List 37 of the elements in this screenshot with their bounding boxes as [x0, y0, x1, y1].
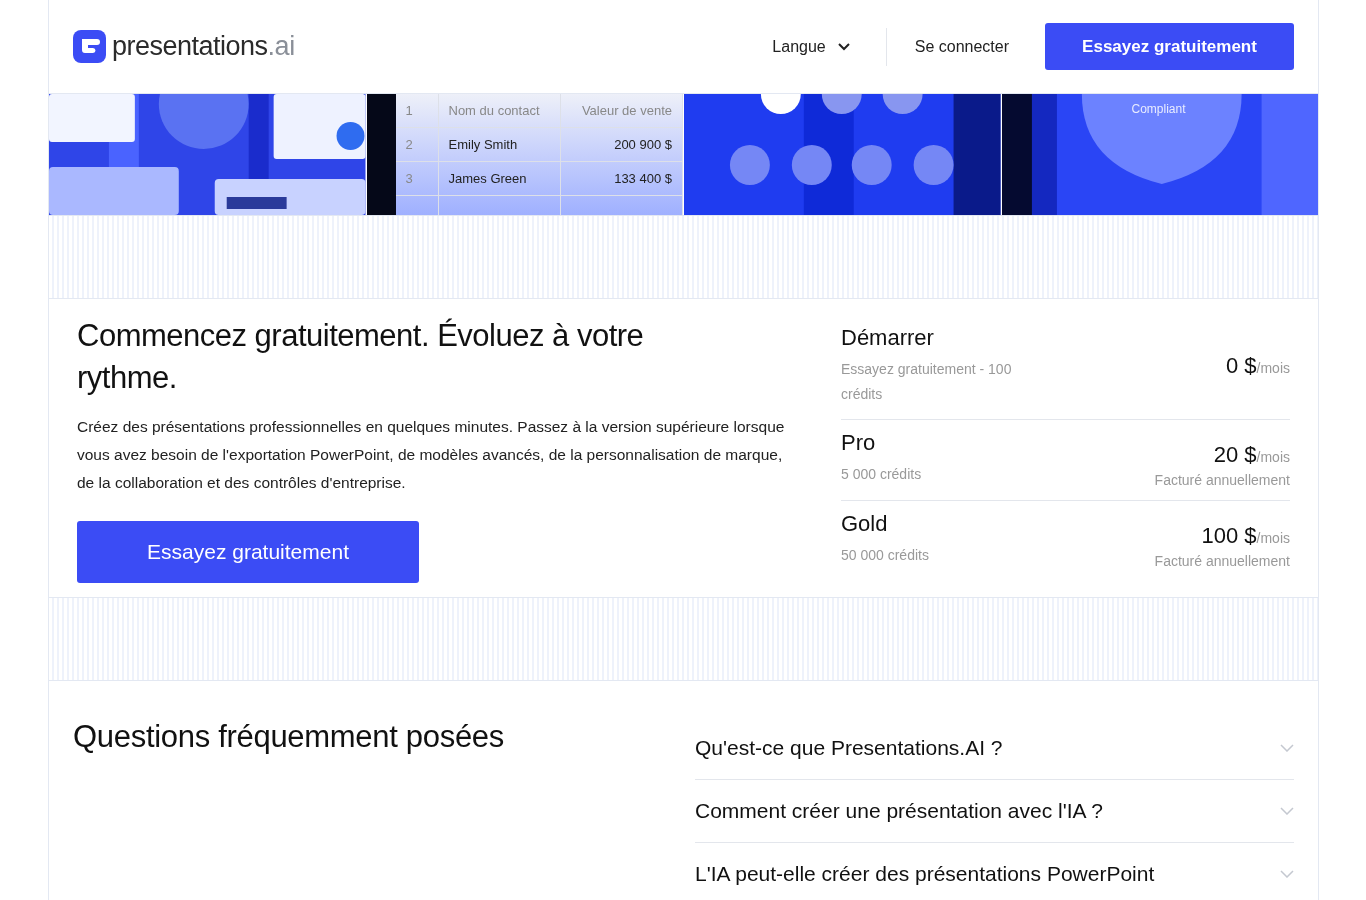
faq-item[interactable]: Comment créer une présentation avec l'IA ?	[695, 780, 1294, 843]
plan-name: Gold	[841, 511, 889, 537]
logo-wordmark[interactable]: presentations.ai	[112, 31, 295, 62]
plan-price: 20 $/mois	[1213, 442, 1290, 468]
chevron-down-icon	[837, 42, 850, 51]
try-free-button[interactable]: Essayez gratuitement	[1045, 23, 1294, 70]
plan-credits: 5 000 crédits	[841, 465, 923, 484]
section-description: Créez des présentations professionnelles en quelques minutes. Passez à la version supérieure lorsque vous avez besoin de l'exportation PowerPoint, de modèles avancés, de la personnalisation de marque, de la collaboration et des contrôles d'entreprise.	[77, 417, 786, 493]
language-dropdown[interactable]: Langue	[764, 33, 858, 60]
section-heading: Questions fréquemment posées	[73, 718, 505, 756]
try-free-button[interactable]: Essayez gratuitement	[77, 521, 419, 583]
faq-item[interactable]: Qu'est-ce que Presentations.AI ?	[695, 717, 1294, 780]
chevron-down-icon	[1280, 807, 1294, 815]
login-link[interactable]: Se connecter	[914, 37, 1009, 56]
logo-icon	[73, 30, 106, 63]
table-cell: Emily Smith	[438, 128, 561, 161]
table-header: 1	[395, 94, 439, 127]
table-cell: 2	[395, 128, 439, 161]
table-cell: 133 400 $	[560, 162, 683, 195]
plan-name: Démarrer	[841, 325, 935, 351]
plan-credits: 50 000 crédits	[841, 546, 930, 565]
chevron-down-icon	[1280, 870, 1294, 878]
plan-credits: Essayez gratuitement - 100 crédits	[841, 360, 1013, 404]
billing-note: Facturé annuellement	[1154, 553, 1290, 569]
plan-name: Pro	[841, 430, 877, 456]
billing-note: Facturé annuellement	[1154, 472, 1290, 488]
plan-price: 100 $/mois	[1201, 523, 1290, 549]
faq-item[interactable]: L'IA peut-elle créer des présentations PowerPoint	[695, 843, 1294, 900]
table-header: Nom du contact	[438, 94, 561, 127]
table-cell: 200 900 $	[560, 128, 683, 161]
section-heading: Commencez gratuitement. Évoluez à votre rythme.	[77, 317, 645, 397]
plan-price: 0 $/mois	[1225, 353, 1290, 379]
chevron-down-icon	[1280, 744, 1294, 752]
badge-caption: Compliant	[1131, 102, 1186, 116]
table-header: Valeur de vente	[560, 94, 683, 127]
table-cell: 3	[395, 162, 439, 195]
table-cell: James Green	[438, 162, 561, 195]
